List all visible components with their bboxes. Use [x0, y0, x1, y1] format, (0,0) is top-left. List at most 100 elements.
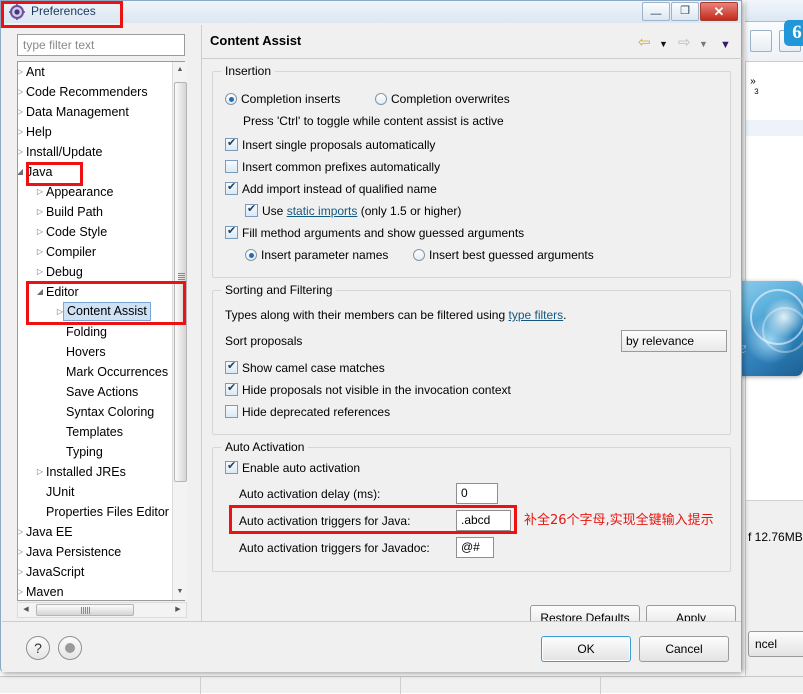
- tree-horizontal-scrollbar[interactable]: ◀ ▶: [17, 602, 187, 618]
- insert-common-prefixes-label: Insert common prefixes automatically: [242, 160, 441, 174]
- back-dropdown-icon[interactable]: ▼: [659, 39, 668, 49]
- tree-item[interactable]: ▷ Appearance: [18, 182, 168, 202]
- auto-activation-delay-label: Auto activation delay (ms):: [239, 487, 381, 501]
- chevron-right-icon[interactable]: ▷: [18, 582, 26, 600]
- sort-proposals-select[interactable]: by relevance: [621, 330, 727, 352]
- use-static-imports-checkbox[interactable]: Use static imports (only 1.5 or higher): [245, 202, 461, 218]
- chevron-right-icon[interactable]: ▷: [18, 142, 26, 162]
- show-camel-case-checkbox[interactable]: Show camel case matches: [225, 359, 385, 375]
- tree-item[interactable]: ▷ Compiler: [18, 242, 168, 262]
- minimize-button[interactable]: —: [642, 2, 670, 21]
- chevron-right-icon[interactable]: ▷: [34, 462, 46, 482]
- tree-item[interactable]: ▷ Code Recommenders: [18, 82, 168, 102]
- tree-item[interactable]: ▷ Maven: [18, 582, 168, 600]
- chevron-right-icon[interactable]: ▷: [18, 562, 26, 582]
- insert-best-guessed-radio[interactable]: Insert best guessed arguments: [413, 248, 594, 262]
- type-filters-desc-prefix: Types along with their members can be fi…: [225, 308, 509, 322]
- chevron-right-icon[interactable]: ▷: [34, 182, 46, 202]
- help-icon[interactable]: ?: [26, 636, 50, 660]
- scroll-right-icon[interactable]: ▶: [170, 603, 186, 617]
- tree-vscroll-thumb[interactable]: [174, 82, 187, 482]
- tree-item[interactable]: Properties Files Editor: [18, 502, 169, 522]
- fill-method-arguments-checkbox[interactable]: Fill method arguments and show guessed a…: [225, 224, 524, 240]
- dialog-titlebar[interactable]: Preferences — ❐ ✕: [1, 1, 741, 23]
- type-filters-desc-suffix: .: [563, 308, 567, 322]
- background-toolbar-icon-1[interactable]: [750, 30, 772, 52]
- tree-item[interactable]: Folding: [18, 322, 168, 342]
- tree-item[interactable]: ▷ Installed JREs: [18, 462, 168, 482]
- java-triggers-input[interactable]: .abcd: [456, 510, 511, 531]
- tree-item[interactable]: Typing: [18, 442, 168, 462]
- back-arrow-icon[interactable]: ⇦: [638, 35, 651, 50]
- tree-item[interactable]: ▷ Content Assist: [18, 302, 168, 322]
- status-indicator-icon[interactable]: [58, 636, 82, 660]
- scroll-up-icon[interactable]: ▲: [173, 62, 187, 78]
- tree-item[interactable]: ▷ Debug: [18, 262, 168, 282]
- cancel-button[interactable]: Cancel: [639, 636, 729, 662]
- background-cancel-button[interactable]: ncel: [748, 631, 803, 657]
- chevron-right-icon[interactable]: ▷: [18, 62, 26, 82]
- tree-item-label: Installed JREs: [46, 465, 126, 479]
- chevron-right-icon[interactable]: ▷: [34, 222, 46, 242]
- tree-item[interactable]: Mark Occurrences: [18, 362, 168, 382]
- chevron-right-icon[interactable]: ▷: [18, 122, 26, 142]
- tree-item[interactable]: ▷ Data Management: [18, 102, 168, 122]
- tree-item[interactable]: ◢ Java: [18, 162, 168, 182]
- tree-item[interactable]: ▷ JavaScript: [18, 562, 168, 582]
- tree-item-label: Build Path: [46, 205, 103, 219]
- forward-dropdown-icon[interactable]: ▼: [699, 39, 708, 49]
- tree-item[interactable]: ▷ Build Path: [18, 202, 168, 222]
- tree-item[interactable]: ▷ Java EE: [18, 522, 168, 542]
- tree-item[interactable]: ▷ Code Style: [18, 222, 168, 242]
- chevron-right-icon[interactable]: ▷: [18, 82, 26, 102]
- forward-arrow-icon[interactable]: ⇨: [678, 35, 691, 50]
- hide-deprecated-checkbox[interactable]: Hide deprecated references: [225, 405, 390, 419]
- ok-button[interactable]: OK: [541, 636, 631, 662]
- tree-hscroll-thumb[interactable]: [36, 604, 134, 616]
- completion-inserts-radio[interactable]: Completion inserts: [225, 92, 340, 106]
- tree-item[interactable]: JUnit: [18, 482, 168, 502]
- chevron-right-icon[interactable]: ▷: [18, 102, 26, 122]
- tree-vertical-scrollbar[interactable]: ▲ ▼: [172, 62, 187, 600]
- tree-item[interactable]: Hovers: [18, 342, 168, 362]
- search-input[interactable]: type filter text: [17, 34, 185, 56]
- chevron-down-icon[interactable]: ◢: [34, 282, 46, 302]
- chevron-right-icon[interactable]: ▷: [34, 202, 46, 222]
- static-imports-link[interactable]: static imports: [287, 204, 358, 218]
- tree-item[interactable]: ▷ Ant: [18, 62, 168, 82]
- view-menu-icon[interactable]: ▼: [720, 39, 731, 51]
- insert-common-prefixes-checkbox[interactable]: Insert common prefixes automatically: [225, 160, 440, 174]
- chevron-right-icon[interactable]: ▷: [18, 522, 26, 542]
- auto-activation-delay-input[interactable]: 0: [456, 483, 498, 504]
- scroll-left-icon[interactable]: ◀: [18, 603, 34, 617]
- close-icon: ✕: [713, 4, 725, 19]
- chevron-down-icon[interactable]: ◢: [18, 162, 26, 182]
- tree-item-label: Java Persistence: [26, 545, 122, 559]
- tree-item[interactable]: ◢ Editor: [18, 282, 168, 302]
- completion-overwrites-radio[interactable]: Completion overwrites: [375, 92, 510, 106]
- chevron-right-icon[interactable]: ▷: [18, 542, 26, 562]
- tree-item[interactable]: ▷ Help: [18, 122, 168, 142]
- background-titlebar: [745, 0, 803, 22]
- insert-single-proposals-checkbox[interactable]: Insert single proposals automatically: [225, 136, 435, 152]
- preference-tree[interactable]: ▷ Ant ▷ Code Recommenders ▷ Data Management ▷ H…: [17, 61, 185, 601]
- tree-item-label: JavaScript: [26, 565, 85, 579]
- type-filters-link[interactable]: type filters: [508, 308, 563, 322]
- radio-indicator: [413, 249, 425, 261]
- tree-item[interactable]: ▷ Install/Update: [18, 142, 168, 162]
- enable-auto-activation-checkbox[interactable]: Enable auto activation: [225, 459, 360, 475]
- chevron-right-icon[interactable]: ▷: [34, 262, 46, 282]
- tree-item[interactable]: Templates: [18, 422, 168, 442]
- maximize-button[interactable]: ❐: [671, 2, 699, 21]
- hide-proposals-checkbox[interactable]: Hide proposals not visible in the invoca…: [225, 381, 511, 397]
- chevron-right-icon[interactable]: ▷: [34, 242, 46, 262]
- add-import-checkbox[interactable]: Add import instead of qualified name: [225, 180, 437, 196]
- page-header: Content Assist ⇦ ▼ ⇨ ▼ ▼: [202, 25, 742, 59]
- tree-item[interactable]: Syntax Coloring: [18, 402, 168, 422]
- scroll-down-icon[interactable]: ▼: [173, 584, 187, 600]
- insert-parameter-names-radio[interactable]: Insert parameter names: [245, 248, 388, 262]
- close-button[interactable]: ✕: [700, 2, 738, 21]
- tree-item[interactable]: Save Actions: [18, 382, 168, 402]
- tree-item[interactable]: ▷ Java Persistence: [18, 542, 168, 562]
- javadoc-triggers-input[interactable]: @#: [456, 537, 494, 558]
